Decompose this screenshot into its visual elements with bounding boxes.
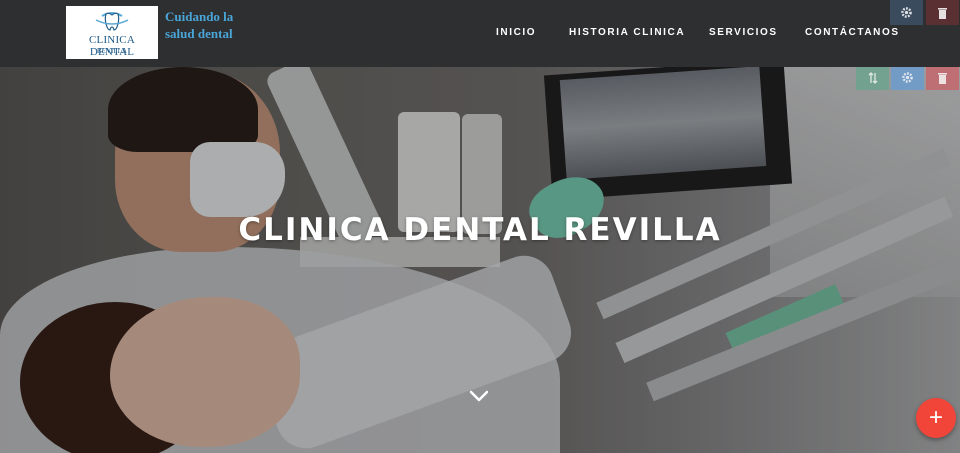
header-delete-button[interactable] xyxy=(926,0,959,25)
scroll-down-button[interactable] xyxy=(468,385,490,407)
gear-icon xyxy=(902,72,913,83)
site-tagline: Cuidando la salud dental xyxy=(165,9,234,41)
hero-section: CLINICA DENTAL REVILLA xyxy=(0,67,960,453)
trash-icon xyxy=(938,72,947,84)
gear-icon xyxy=(901,7,912,18)
clinic-logo[interactable]: CLINICA DENTAL REVILLA xyxy=(66,6,158,59)
chevron-down-icon xyxy=(469,390,489,402)
nav-contactanos[interactable]: CONTÁCTANOS xyxy=(805,27,900,38)
nav-historia-clinica[interactable]: HISTORIA CLINICA xyxy=(569,27,685,38)
section-sort-button[interactable] xyxy=(856,67,889,90)
trash-icon xyxy=(938,7,947,19)
site-header: CLINICA DENTAL REVILLA Cuidando la salud… xyxy=(0,0,960,67)
sort-arrows-icon xyxy=(868,71,877,84)
nav-inicio[interactable]: INICIO xyxy=(496,27,536,38)
tooth-logo-icon xyxy=(95,12,129,31)
section-settings-button[interactable] xyxy=(891,67,924,90)
nav-servicios[interactable]: SERVICIOS xyxy=(709,27,778,38)
logo-subname: REVILLA xyxy=(97,47,127,55)
section-delete-button[interactable] xyxy=(926,67,959,90)
hero-title: CLINICA DENTAL REVILLA xyxy=(238,211,722,248)
header-settings-button[interactable] xyxy=(890,0,923,25)
add-block-button[interactable]: + xyxy=(916,398,956,438)
